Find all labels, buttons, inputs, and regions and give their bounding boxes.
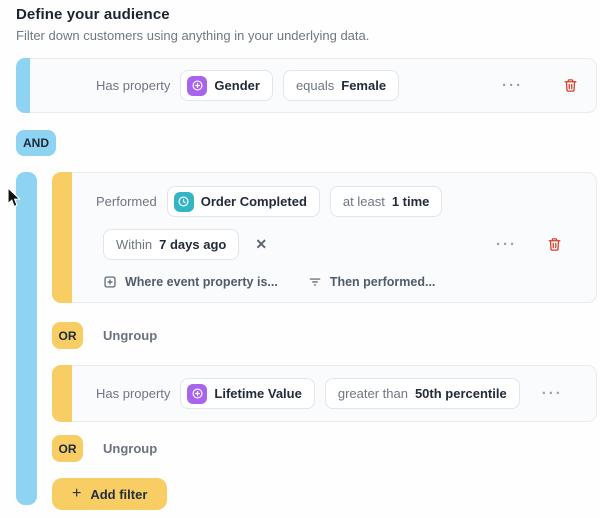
filter-prefix-label: Has property [96,386,170,401]
filter-prefix-label: Has property [96,78,170,93]
remove-window-icon[interactable]: ✕ [255,236,267,253]
group-bar-blue[interactable] [16,58,30,113]
property-icon [187,76,207,96]
plus-icon: + [72,486,81,502]
logic-operator-or[interactable]: OR [52,435,83,462]
add-filter-label: Add filter [90,487,147,502]
delete-filter-icon[interactable] [545,235,564,254]
logic-operator-or[interactable]: OR [52,322,83,349]
time-window-chip[interactable]: Within 7 days ago [103,229,239,260]
frequency-chip[interactable]: at least 1 time [330,186,443,217]
window-value: 7 days ago [159,237,226,252]
filter-row-ltv-panel: Has property Lifetime Value greater than… [72,365,597,422]
header: Define your audience Filter down custome… [16,6,369,43]
property-chip-label: Gender [214,78,260,93]
page-title: Define your audience [16,6,369,23]
filter-row-event: Performed Order Completed at least 1 tim… [52,172,597,303]
filter-lines-icon [308,275,322,289]
window-operator: Within [116,237,152,252]
more-menu-icon[interactable]: ··· [494,233,519,256]
event-bar-yellow[interactable] [52,172,72,303]
where-event-property-button[interactable]: Where event property is... [103,275,278,289]
audience-builder: Define your audience Filter down custome… [0,0,600,518]
or-group: Performed Order Completed at least 1 tim… [52,172,597,518]
more-menu-icon[interactable]: ··· [540,382,565,405]
where-event-property-label: Where event property is... [125,275,278,289]
event-prefix-label: Performed [96,194,157,209]
filter-row-event-panel: Performed Order Completed at least 1 tim… [72,172,597,303]
property-icon [187,384,207,404]
delete-filter-icon[interactable] [561,76,580,95]
event-window-row: Within 7 days ago ✕ ··· [103,229,580,260]
filter-row-ltv: Has property Lifetime Value greater than… [52,365,597,422]
property-chip-label: Lifetime Value [214,386,301,401]
event-actions-row: Where event property is... Then performe… [103,275,580,289]
ungroup-button[interactable]: Ungroup [103,328,157,343]
plus-square-icon [103,275,117,289]
logic-operator-and[interactable]: AND [16,130,56,156]
page-subtitle: Filter down customers using anything in … [16,28,369,43]
frequency-operator: at least [343,194,385,209]
ungroup-button[interactable]: Ungroup [103,441,157,456]
ltv-bar-yellow[interactable] [52,365,72,422]
condition-chip-gender[interactable]: equals Female [283,70,399,101]
event-chip[interactable]: Order Completed [167,186,320,217]
property-chip-ltv[interactable]: Lifetime Value [180,378,314,409]
filter-row-gender-panel: Has property Gender equals Female ··· [30,58,597,113]
event-chip-label: Order Completed [201,194,307,209]
condition-value: Female [341,78,386,93]
filter-row-gender: Has property Gender equals Female ··· [16,58,597,113]
condition-operator: greater than [338,386,408,401]
condition-value: 50th percentile [415,386,507,401]
more-menu-icon[interactable]: ··· [500,74,525,97]
and-group-bar[interactable] [16,172,37,505]
event-icon [174,192,194,212]
then-performed-label: Then performed... [330,275,436,289]
condition-operator: equals [296,78,334,93]
event-main-row: Performed Order Completed at least 1 tim… [96,186,580,217]
condition-chip-ltv[interactable]: greater than 50th percentile [325,378,520,409]
add-filter-button[interactable]: + Add filter [52,478,167,510]
frequency-value: 1 time [392,194,430,209]
then-performed-button[interactable]: Then performed... [308,275,436,289]
property-chip-gender[interactable]: Gender [180,70,273,101]
